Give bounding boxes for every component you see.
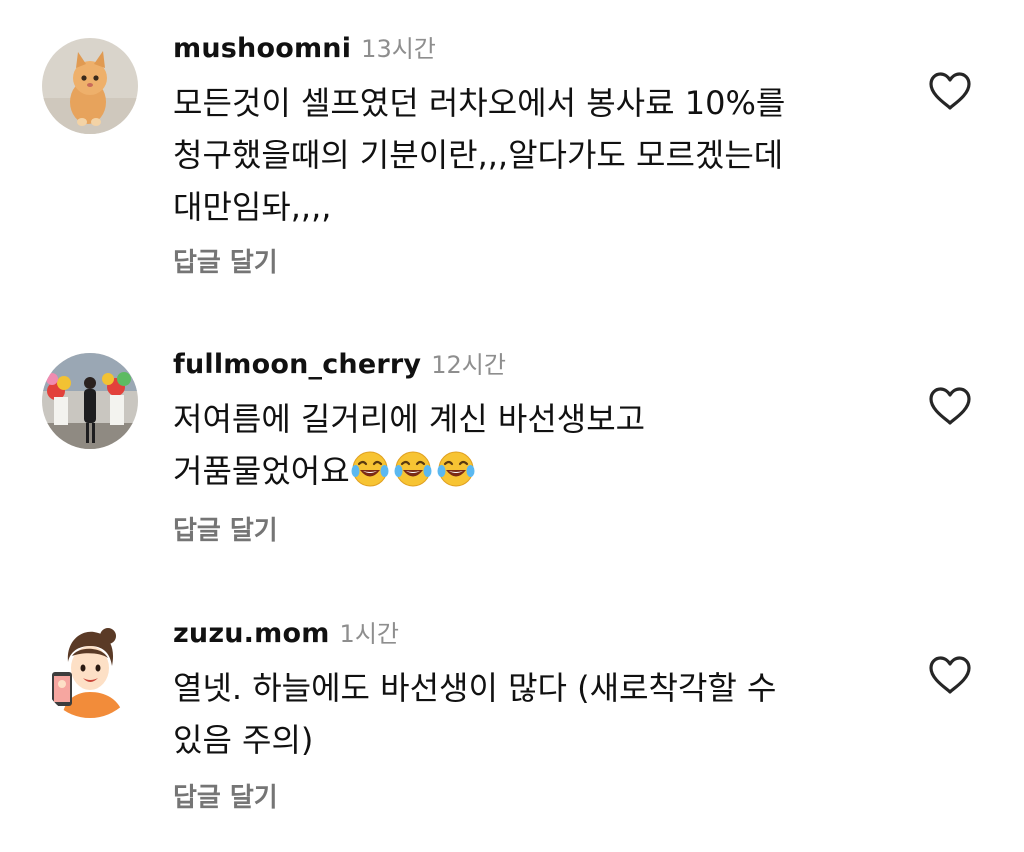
comment-text-fragment: 거품물었어요 <box>173 452 350 490</box>
comment-text-line: 거품물었어요 <box>173 445 893 497</box>
username[interactable]: mushoomni <box>173 33 351 64</box>
reply-button[interactable]: 답글 달기 <box>173 777 278 814</box>
username[interactable]: zuzu.mom <box>173 618 330 649</box>
comment-text-line: 대만임돠,,,, <box>173 188 332 226</box>
avatar[interactable] <box>42 38 138 134</box>
comment-text-line: 모든것이 셀프였던 러차오에서 봉사료 10%를 <box>173 84 786 122</box>
face-with-tears-of-joy-emoji <box>351 451 389 487</box>
comment-text-line: 열넷. 하늘에도 바선생이 많다 (새로착각할 수 <box>173 669 777 707</box>
comment-text-line: 저여름에 길거리에 계신 바선생보고 <box>173 400 646 438</box>
face-with-tears-of-joy-emoji <box>437 451 475 487</box>
timestamp: 13시간 <box>361 35 436 63</box>
comment-text: 모든것이 셀프였던 러차오에서 봉사료 10%를 청구했을때의 기분이란,,,알… <box>173 77 893 233</box>
heart-outline-icon[interactable] <box>928 386 972 426</box>
comment-text: 저여름에 길거리에 계신 바선생보고 거품물었어요 <box>173 393 893 497</box>
timestamp: 1시간 <box>339 620 399 648</box>
comment-text-line: 있음 주의) <box>173 721 314 759</box>
face-with-tears-of-joy-emoji <box>394 451 432 487</box>
comment-meta: fullmoon_cherry 12시간 <box>173 345 506 385</box>
comment-text: 열넷. 하늘에도 바선생이 많다 (새로착각할 수 있음 주의) <box>173 662 893 766</box>
cartoon-woman-avatar-icon <box>42 622 138 718</box>
person-with-flowers-photo-avatar-icon <box>42 353 138 449</box>
emoji-group <box>350 451 479 490</box>
comment-text-line: 청구했을때의 기분이란,,,알다가도 모르겠는데 <box>173 136 784 174</box>
username[interactable]: fullmoon_cherry <box>173 349 421 380</box>
heart-outline-icon[interactable] <box>928 71 972 111</box>
reply-button[interactable]: 답글 달기 <box>173 510 278 547</box>
cat-photo-avatar-icon <box>42 38 138 134</box>
heart-outline-icon[interactable] <box>928 655 972 695</box>
avatar[interactable] <box>42 622 138 718</box>
comment-meta: zuzu.mom 1시간 <box>173 614 399 654</box>
comment-meta: mushoomni 13시간 <box>173 29 436 69</box>
timestamp: 12시간 <box>431 351 506 379</box>
reply-button[interactable]: 답글 달기 <box>173 242 278 279</box>
avatar[interactable] <box>42 353 138 449</box>
